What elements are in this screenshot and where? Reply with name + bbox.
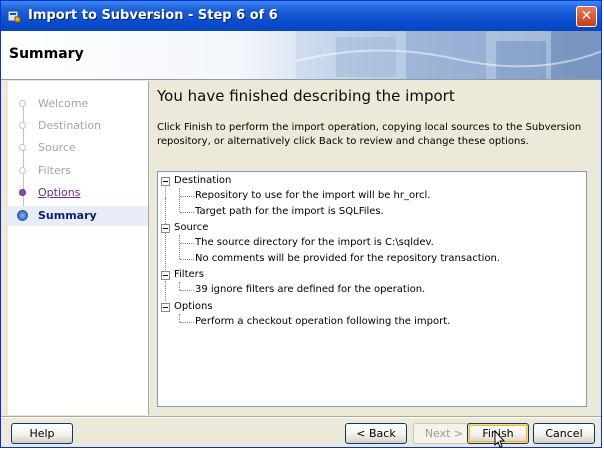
next-button[interactable]: Next > bbox=[413, 423, 475, 444]
title-bar[interactable]: Import to Subversion - Step 6 of 6 ✕ bbox=[1, 1, 601, 31]
tree-connector bbox=[165, 282, 166, 301]
header-decoration bbox=[296, 31, 601, 79]
nav-item-welcome[interactable]: Welcome bbox=[8, 94, 148, 114]
tree-connector bbox=[165, 198, 166, 282]
collapse-icon[interactable] bbox=[161, 177, 170, 186]
tree-connector bbox=[180, 212, 194, 213]
collapse-icon[interactable] bbox=[161, 271, 170, 280]
tree-node-label: Options bbox=[174, 301, 213, 312]
window-title: Import to Subversion - Step 6 of 6 bbox=[28, 8, 278, 23]
summary-description: Click Finish to perform the import opera… bbox=[157, 122, 582, 147]
tree-leaf[interactable]: No comments will be provided for the rep… bbox=[195, 251, 500, 267]
step-marker-icon bbox=[19, 100, 26, 107]
import-wizard-window: Import to Subversion - Step 6 of 6 ✕ Sum… bbox=[0, 0, 602, 448]
summary-tree[interactable]: Destination Repository to use for the im… bbox=[157, 171, 587, 407]
close-button[interactable]: ✕ bbox=[576, 6, 597, 27]
tree-leaf[interactable]: Perform a checkout operation following t… bbox=[195, 314, 450, 330]
nav-item-label: Options bbox=[38, 186, 81, 199]
step-marker-icon bbox=[19, 144, 26, 151]
tree-connector bbox=[165, 184, 166, 198]
cancel-button[interactable]: Cancel bbox=[533, 423, 595, 444]
nav-item-label: Filters bbox=[38, 164, 71, 177]
tree-connector bbox=[180, 290, 194, 291]
nav-item-label: Welcome bbox=[38, 97, 89, 110]
tree-connector bbox=[179, 314, 180, 322]
page-title: Summary bbox=[9, 46, 84, 62]
nav-item-label: Source bbox=[38, 141, 76, 154]
collapse-icon[interactable] bbox=[161, 224, 170, 233]
tree-connector bbox=[180, 322, 194, 323]
footer-divider bbox=[1, 416, 601, 418]
tree-connector bbox=[180, 196, 194, 197]
tree-connector bbox=[179, 282, 180, 290]
close-icon: ✕ bbox=[580, 8, 593, 24]
nav-item-label: Summary bbox=[38, 209, 97, 222]
mouse-cursor-icon bbox=[494, 430, 506, 448]
jdeveloper-icon bbox=[7, 10, 21, 23]
tree-leaf[interactable]: Repository to use for the import will be… bbox=[195, 188, 430, 204]
tree-connector bbox=[180, 243, 194, 244]
step-marker-icon bbox=[19, 189, 26, 196]
step-marker-icon bbox=[19, 122, 26, 129]
tree-leaf[interactable]: Target path for the import is SQLFiles. bbox=[195, 204, 384, 220]
tree-node-label: Filters bbox=[174, 269, 204, 280]
step-marker-icon bbox=[19, 167, 26, 174]
nav-item-filters[interactable]: Filters bbox=[8, 161, 148, 181]
tree-node-label: Destination bbox=[174, 175, 232, 186]
nav-item-options[interactable]: Options bbox=[8, 183, 148, 203]
tree-leaf[interactable]: The source directory for the import is C… bbox=[195, 235, 434, 251]
summary-heading: You have finished describing the import bbox=[157, 87, 455, 105]
tree-leaf[interactable]: 39 ignore filters are defined for the op… bbox=[195, 282, 425, 298]
tree-connector bbox=[179, 188, 180, 212]
tree-connector bbox=[179, 235, 180, 259]
nav-item-source[interactable]: Source bbox=[8, 138, 148, 158]
help-button[interactable]: Help bbox=[11, 423, 73, 444]
nav-item-destination[interactable]: Destination bbox=[8, 116, 148, 136]
current-step-icon bbox=[17, 210, 28, 221]
nav-item-label: Destination bbox=[38, 119, 102, 132]
tree-node-label: Source bbox=[174, 222, 209, 233]
nav-item-summary[interactable]: Summary bbox=[8, 206, 148, 226]
wizard-header: Summary bbox=[1, 31, 601, 80]
collapse-icon[interactable] bbox=[161, 303, 170, 312]
back-button[interactable]: < Back bbox=[345, 423, 407, 444]
wizard-steps-nav: Welcome Destination Source Filters Optio… bbox=[8, 81, 149, 415]
tree-connector bbox=[180, 259, 194, 260]
